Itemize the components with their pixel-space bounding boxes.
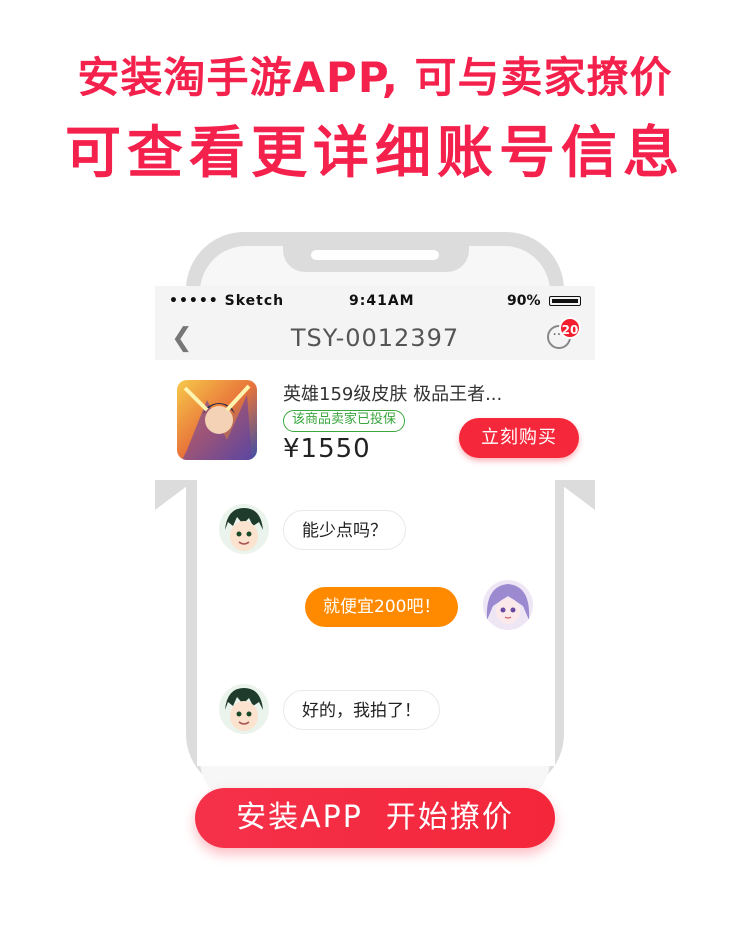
status-bar: ••••• Sketch 9:41AM 90% xyxy=(155,286,595,316)
incoming-message: 能少点吗？ xyxy=(283,510,406,550)
incoming-message: 好的，我拍了！ xyxy=(283,690,440,730)
headline-line1: 安装淘手游APP, 可与卖家撩价 xyxy=(77,53,673,102)
buy-now-button[interactable]: 立刻购买 xyxy=(459,418,579,458)
product-price: ¥1550 xyxy=(283,434,371,464)
battery-icon xyxy=(549,296,581,306)
chat-area: 能少点吗？ 就便宜200吧！ 好的，我拍了！ xyxy=(197,480,555,766)
headline-line2: 可查看更详细账号信息 xyxy=(65,121,685,186)
outgoing-message: 就便宜200吧！ xyxy=(305,587,459,627)
avatar xyxy=(483,580,533,630)
product-thumbnail xyxy=(177,380,257,460)
phone-screen: ••••• Sketch 9:41AM 90% ❮ TSY-0012397 ··… xyxy=(155,286,595,766)
battery-percent: 90% xyxy=(507,293,541,309)
avatar xyxy=(219,504,269,554)
message-count-badge: 20 xyxy=(559,317,581,339)
screen-corner-right xyxy=(555,480,595,510)
page-title: TSY-0012397 xyxy=(290,324,460,352)
avatar xyxy=(219,684,269,734)
carrier-label: ••••• Sketch xyxy=(169,293,285,309)
product-title: 英雄159级皮肤 极品王者... xyxy=(283,384,503,405)
clock: 9:41AM xyxy=(349,293,415,309)
install-app-button[interactable]: 安装APP 开始撩价 xyxy=(195,788,555,848)
nav-bar: ❮ TSY-0012397 ··· 20 xyxy=(155,316,595,360)
screen-corner-left xyxy=(155,480,195,510)
product-card[interactable]: 英雄159级皮肤 极品王者... 该商品卖家已投保 ¥1550 立刻购买 xyxy=(155,360,595,480)
insured-tag: 该商品卖家已投保 xyxy=(283,410,406,432)
phone-speaker xyxy=(311,250,439,260)
